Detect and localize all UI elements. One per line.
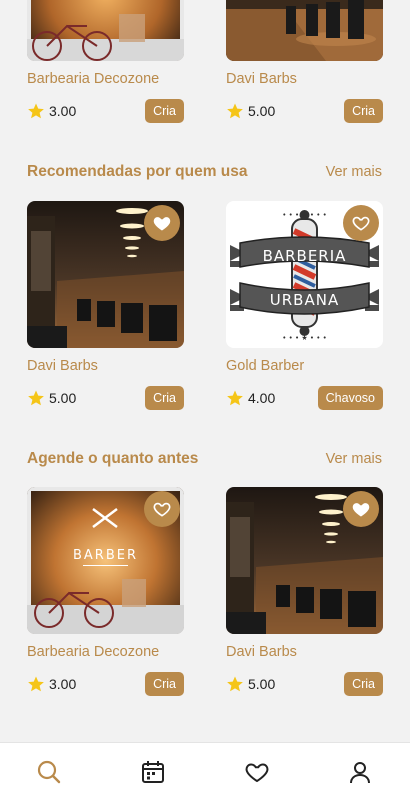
barbershop-photo[interactable]: BARBERIA URBANA • • • ★ • • • • • • ★ • … xyxy=(226,201,383,348)
heart-outline-icon xyxy=(153,502,171,517)
star-icon xyxy=(28,103,44,119)
rating: 3.00 xyxy=(27,675,76,693)
barbershop-card[interactable]: Barbearia Decozone 3.00 Cria xyxy=(27,0,184,123)
calendar-icon xyxy=(142,761,164,783)
rating: 3.00 xyxy=(27,102,76,120)
barbershop-card[interactable]: BARBER Barbearia Decozone 3.00 Cria xyxy=(27,487,184,696)
nav-search[interactable] xyxy=(36,759,62,785)
heart-outline-icon xyxy=(352,216,370,231)
star-icon xyxy=(28,676,44,692)
star-icon xyxy=(227,676,243,692)
barbershop-card[interactable]: Davi Barbs 5.00 Cria xyxy=(27,201,184,410)
rating-value: 5.00 xyxy=(248,676,276,692)
heart-icon xyxy=(352,503,370,517)
barbershop-card[interactable]: Davi Barbs 5.00 Cria xyxy=(226,0,383,123)
barbershop-name: Davi Barbs xyxy=(226,71,297,87)
favorite-button[interactable] xyxy=(144,491,180,527)
favorite-button[interactable] xyxy=(144,205,180,241)
star-icon xyxy=(227,390,243,406)
bottom-navigation xyxy=(0,742,410,800)
rating-value: 3.00 xyxy=(49,676,77,692)
barbershop-name: Davi Barbs xyxy=(27,358,98,374)
see-more-link[interactable]: Ver mais xyxy=(326,164,382,180)
favorite-button[interactable] xyxy=(343,205,379,241)
barbershop-name: Barbearia Decozone xyxy=(27,71,160,87)
star-icon xyxy=(28,390,44,406)
logo-text-line1: BARBERIA xyxy=(263,247,347,265)
barbershop-photo[interactable] xyxy=(27,201,184,348)
barber-shop-interior-image xyxy=(226,0,383,61)
rating-value: 4.00 xyxy=(248,390,276,406)
see-more-link[interactable]: Ver mais xyxy=(326,451,382,467)
rating: 5.00 xyxy=(226,102,275,120)
favorite-button[interactable] xyxy=(343,491,379,527)
tag-badge[interactable]: Cria xyxy=(145,386,184,410)
barbershop-card[interactable]: BARBERIA URBANA • • • ★ • • • • • • ★ • … xyxy=(226,201,383,410)
barbershop-card[interactable]: Davi Barbs 5.00 Cria xyxy=(226,487,383,696)
tag-badge[interactable]: Cria xyxy=(344,672,383,696)
barbershop-name: Gold Barber xyxy=(226,358,305,374)
tag-badge[interactable]: Cria xyxy=(145,99,184,123)
rating-value: 5.00 xyxy=(49,390,77,406)
svg-text:• • • ★ • • •: • • • ★ • • • xyxy=(282,334,326,342)
logo-text: BARBER xyxy=(73,548,138,563)
nav-profile[interactable] xyxy=(347,759,373,785)
logo-text-line2: URBANA xyxy=(270,291,339,309)
nav-favorites[interactable] xyxy=(244,759,270,785)
rating-value: 5.00 xyxy=(248,103,276,119)
barbershop-name: Barbearia Decozone xyxy=(27,644,160,660)
barbershop-photo[interactable] xyxy=(27,0,184,61)
user-icon xyxy=(350,762,370,784)
home-feed[interactable]: Barbearia Decozone 3.00 Cria Davi Barbs … xyxy=(0,0,410,742)
barbershop-photo[interactable] xyxy=(226,0,383,61)
barbershop-photo[interactable]: BARBER xyxy=(27,487,184,634)
star-icon xyxy=(227,103,243,119)
rating: 5.00 xyxy=(27,389,76,407)
tag-badge[interactable]: Cria xyxy=(344,99,383,123)
svg-text:• • • ★ • • •: • • • ★ • • • xyxy=(282,211,326,219)
rating: 5.00 xyxy=(226,675,275,693)
tag-badge[interactable]: Cria xyxy=(145,672,184,696)
heart-icon xyxy=(245,763,269,783)
section-title: Recomendadas por quem usa xyxy=(27,163,248,180)
tag-badge[interactable]: Chavoso xyxy=(317,386,383,410)
rating-value: 3.00 xyxy=(49,103,77,119)
search-icon xyxy=(37,760,61,784)
nav-calendar[interactable] xyxy=(140,759,166,785)
section-title: Agende o quanto antes xyxy=(27,450,199,467)
barbershop-name: Davi Barbs xyxy=(226,644,297,660)
barbershop-photo[interactable] xyxy=(226,487,383,634)
heart-icon xyxy=(153,217,171,231)
barber-shop-window-image xyxy=(27,0,184,61)
rating: 4.00 xyxy=(226,389,275,407)
